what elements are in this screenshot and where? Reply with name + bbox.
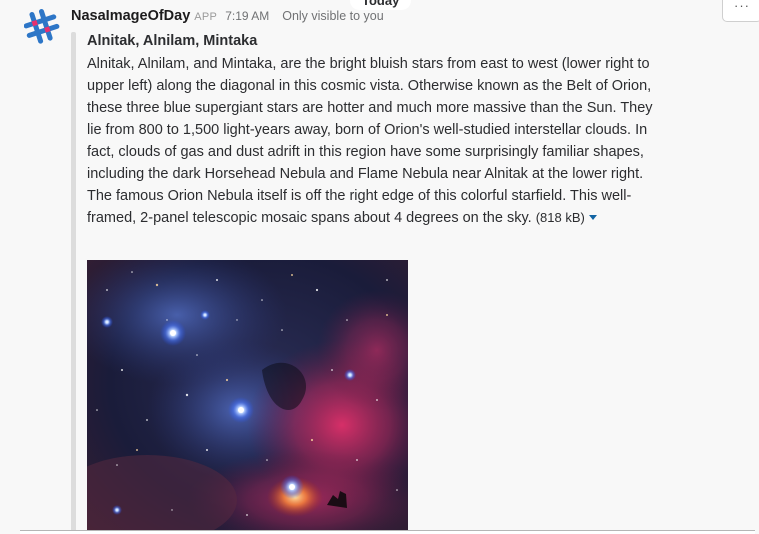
app-badge: APP bbox=[194, 11, 218, 23]
orion-belt-nebula-photo[interactable] bbox=[87, 260, 408, 533]
message-header: NasaImageOfDay APP 7:19 AM Only visible to … bbox=[71, 7, 384, 27]
attachment-bar bbox=[71, 32, 76, 533]
chevron-down-icon[interactable] bbox=[588, 215, 597, 220]
bot-name[interactable]: NasaImageOfDay bbox=[71, 8, 190, 24]
more-actions-icon[interactable]: ··· bbox=[722, 0, 759, 22]
slack-hash-icon[interactable] bbox=[23, 8, 60, 44]
visibility-note: Only visible to you bbox=[282, 9, 384, 23]
message-timestamp[interactable]: 7:19 AM bbox=[225, 9, 269, 23]
description-text: Alnitak, Alnilam, and Mintaka, are the b… bbox=[87, 56, 653, 226]
attachment-title: Alnitak, Alnilam, Mintaka bbox=[87, 33, 258, 49]
message-input-edge bbox=[20, 530, 755, 534]
file-size: (818 kB) bbox=[535, 210, 585, 225]
attachment-description: Alnitak, Alnilam, and Mintaka, are the b… bbox=[87, 53, 655, 229]
